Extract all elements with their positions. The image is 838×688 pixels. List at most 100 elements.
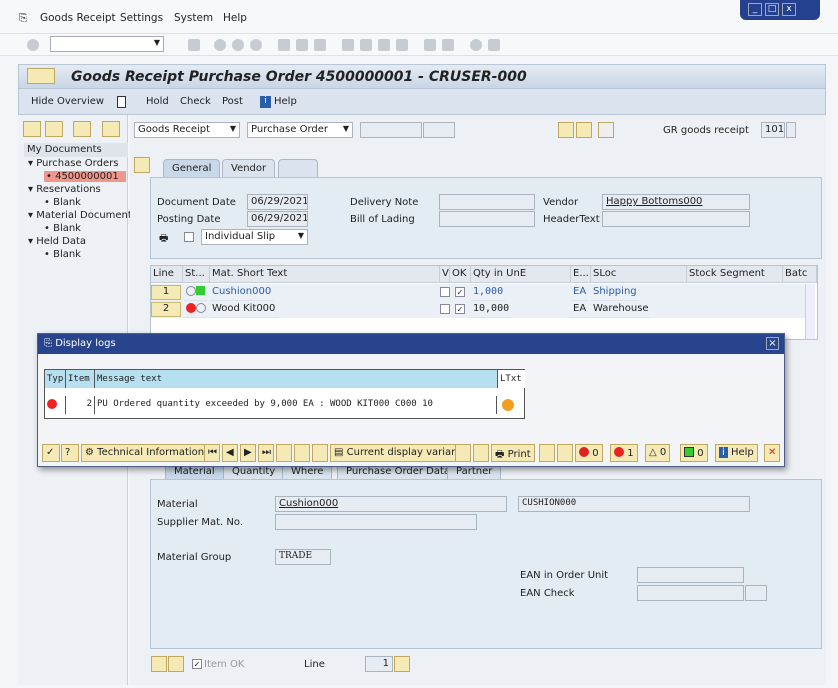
movement-type-ext[interactable] (786, 122, 796, 138)
menu-settings[interactable]: Settings (120, 12, 163, 24)
item-ok-checkbox[interactable]: ✓ (192, 659, 202, 669)
enter-icon[interactable] (27, 39, 39, 51)
cancel-icon[interactable] (250, 39, 262, 51)
first-page-icon[interactable] (342, 39, 354, 51)
current-display-variant-button[interactable]: ▤ Current display variant (330, 444, 466, 462)
technical-information-button[interactable]: ⚙ Technical Information (81, 444, 209, 462)
find-next-icon[interactable] (557, 444, 573, 462)
menu-icon[interactable]: ⎘ (19, 12, 27, 25)
material-group-field[interactable]: TRADE (275, 549, 331, 565)
stop-filter-button[interactable]: 0 (575, 444, 603, 462)
col-v[interactable]: V (440, 266, 450, 283)
menu-goods-receipt[interactable]: Goods Receipt (40, 12, 116, 24)
menu-system[interactable]: System (174, 12, 213, 24)
settings-icon[interactable] (598, 122, 614, 138)
sort-asc-icon[interactable] (294, 444, 310, 462)
paste-icon[interactable] (473, 444, 489, 462)
delivery-note-field[interactable] (439, 194, 535, 210)
ok-checkbox[interactable]: ✓ (455, 304, 465, 314)
line-button[interactable]: 1 (151, 285, 181, 300)
gui-menu-icon[interactable] (27, 68, 55, 84)
find-icon[interactable] (296, 39, 308, 51)
check-button[interactable]: Check (180, 96, 211, 107)
tree-leaf-po[interactable]: • 4500000001 (44, 171, 126, 182)
cancel-icon[interactable]: ✕ (764, 444, 780, 462)
col-text[interactable]: Mat. Short Text (210, 266, 440, 283)
v-checkbox[interactable] (440, 304, 450, 314)
col-sloc[interactable]: SLoc (591, 266, 687, 283)
shortcut-icon[interactable] (442, 39, 454, 51)
print-icon[interactable]: 🖶 (159, 231, 168, 248)
supplier-mat-field[interactable] (275, 514, 477, 530)
expand-icon[interactable] (23, 121, 41, 137)
find-icon[interactable] (539, 444, 555, 462)
col-unit[interactable]: E... (571, 266, 591, 283)
print-button[interactable]: 🖶 Print (491, 444, 535, 462)
tree-node-material-documents[interactable]: ▾ Material Documents (28, 210, 137, 221)
help-icon[interactable]: ? (61, 444, 79, 462)
dialog-close-icon[interactable]: × (766, 337, 779, 350)
success-filter-button[interactable]: 0 (680, 444, 708, 462)
back-icon[interactable] (214, 39, 226, 51)
close-overview-icon[interactable] (102, 121, 120, 137)
prev-icon[interactable]: ◀ (222, 444, 238, 462)
confirm-icon[interactable]: ✓ (42, 444, 60, 462)
command-field[interactable]: ▼ (50, 36, 164, 52)
sort-desc-icon[interactable] (312, 444, 328, 462)
tree-leaf[interactable]: • Blank (44, 223, 81, 234)
posting-date-field[interactable]: 06/29/2021 (247, 211, 308, 227)
prev-page-icon[interactable] (360, 39, 372, 51)
hide-overview-button[interactable]: Hide Overview (31, 96, 104, 107)
error-filter-button[interactable]: 1 (610, 444, 638, 462)
post-button[interactable]: Post (222, 96, 243, 107)
document-date-field[interactable]: 06/29/2021 (247, 194, 308, 210)
tree-leaf[interactable]: • Blank (44, 249, 81, 260)
tree-node-purchase-orders[interactable]: ▾ Purchase Orders (28, 158, 118, 169)
tree-node-reservations[interactable]: ▾ Reservations (28, 184, 101, 195)
execute-icon[interactable] (558, 122, 574, 138)
po-item-field[interactable] (423, 122, 455, 138)
exit-icon[interactable] (232, 39, 244, 51)
find-icon[interactable] (576, 122, 592, 138)
table-row[interactable]: 2 Wood Kit000 ✓ 10,000 EA Warehouse (151, 301, 806, 318)
tab-general[interactable]: General (163, 159, 221, 177)
delete-icon[interactable] (73, 121, 91, 137)
tab-vendor[interactable]: Vendor (222, 159, 276, 177)
copy-icon[interactable] (455, 444, 471, 462)
warning-filter-button[interactable]: △ 0 (645, 444, 671, 462)
save-icon[interactable] (188, 39, 200, 51)
line-button[interactable]: 2 (151, 302, 181, 317)
new-document-icon[interactable] (117, 96, 126, 108)
first-icon[interactable]: ⏮ (204, 444, 220, 462)
slip-select[interactable]: Individual Slip ▼ (201, 229, 308, 245)
vendor-field[interactable]: Happy Bottoms000 (602, 194, 750, 210)
new-session-icon[interactable] (424, 39, 436, 51)
col-status[interactable]: St... (183, 266, 210, 283)
reference-select[interactable]: Purchase Order ▼ (247, 122, 353, 138)
header-text-field[interactable] (602, 211, 750, 227)
col-stock-segment[interactable]: Stock Segment (687, 266, 783, 283)
movement-type-field[interactable]: 101 (761, 122, 785, 138)
bill-of-lading-field[interactable] (439, 211, 535, 227)
v-checkbox[interactable] (440, 287, 450, 297)
menu-help[interactable]: Help (223, 12, 247, 24)
print-icon[interactable] (278, 39, 290, 51)
minimize-button[interactable]: _ (748, 3, 762, 16)
filter-icon[interactable] (276, 444, 292, 462)
collapse-icon[interactable] (45, 121, 63, 137)
help-button[interactable]: Help (274, 96, 297, 107)
next-page-icon[interactable] (378, 39, 390, 51)
table-row[interactable]: 1 Cushion000 ✓ 1,000 EA Shipping (151, 284, 806, 301)
go-to-line-icon[interactable] (394, 656, 410, 672)
ean-order-unit-field[interactable] (637, 567, 744, 583)
help-button[interactable]: i Help (715, 444, 758, 462)
po-number-field[interactable] (360, 122, 422, 138)
col-qty[interactable]: Qty in UnE (471, 266, 571, 283)
prev-item-icon[interactable] (151, 656, 167, 672)
print-checkbox[interactable] (184, 232, 194, 242)
find-next-icon[interactable] (314, 39, 326, 51)
table-scrollbar[interactable] (805, 284, 815, 339)
next-item-icon[interactable] (168, 656, 184, 672)
hold-button[interactable]: Hold (146, 96, 169, 107)
col-batch[interactable]: Batc (783, 266, 817, 283)
